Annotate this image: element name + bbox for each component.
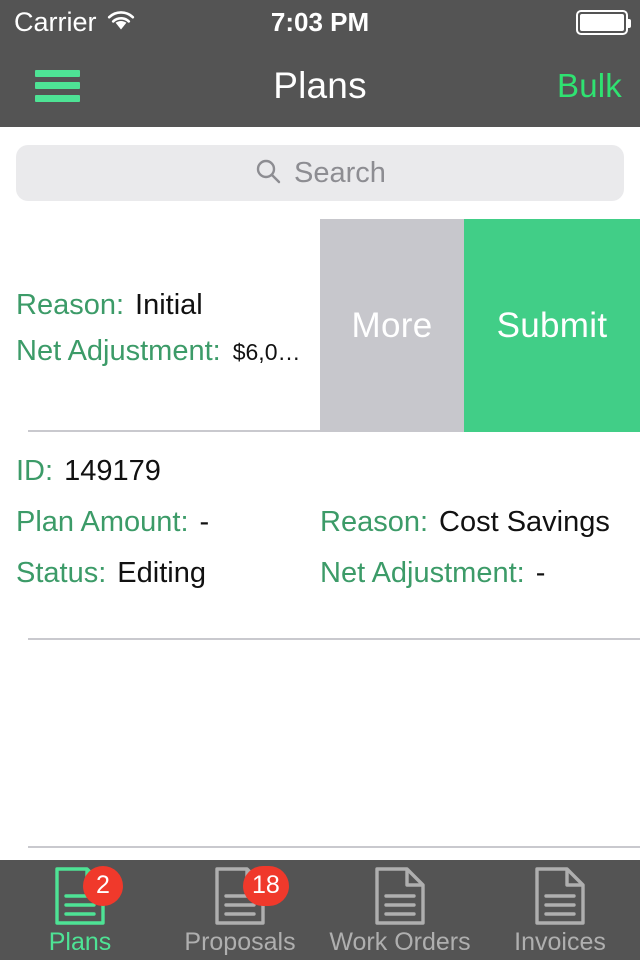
document-icon	[373, 865, 427, 932]
row-content: ID: 149179 Plan Amount: - Status: Editin…	[16, 457, 624, 588]
field-value: -	[535, 557, 546, 589]
clock-label: 7:03 PM	[270, 7, 370, 37]
field-reason: Reason: Cost Savings	[320, 508, 624, 537]
field-value: Editing	[117, 557, 206, 589]
row-column-left: Plan Amount: - Status: Editing	[16, 508, 320, 588]
bulk-button[interactable]: Bulk	[557, 67, 622, 105]
field-value: 149179	[64, 455, 161, 487]
field-net-adjustment: Net Adjustment: $6,0…	[16, 337, 320, 366]
field-value: $6,0…	[232, 339, 301, 365]
search-placeholder: Search	[294, 156, 386, 189]
document-icon	[533, 865, 587, 932]
field-id: ID: 149179	[16, 457, 624, 486]
search-icon	[254, 157, 282, 190]
field-label: Reason:	[320, 506, 429, 538]
table-row[interactable]: Reason: Initial Net Adjustment: $6,0… Mo…	[0, 219, 640, 432]
field-label: Plan Amount:	[16, 506, 189, 538]
badge-count: 2	[83, 865, 123, 906]
row-column-right: Reason: Cost Savings Net Adjustment: -	[320, 508, 624, 588]
field-status: Status: Editing	[16, 559, 320, 588]
field-label: Reason:	[16, 289, 125, 321]
tab-bar: 2 Plans 18 Proposals Work Orders Invoice…	[0, 860, 640, 960]
status-bar-center: 7:03 PM	[0, 0, 640, 44]
field-value: Cost Savings	[439, 506, 610, 538]
field-net-adjustment: Net Adjustment: -	[320, 559, 624, 588]
tab-label: Work Orders	[329, 927, 471, 956]
field-label: ID:	[16, 455, 54, 487]
badge-count: 18	[243, 865, 289, 906]
field-label: Net Adjustment:	[16, 335, 221, 367]
nav-bar: Plans Bulk	[0, 44, 640, 127]
table-row-empty	[0, 640, 640, 848]
more-button[interactable]: More	[320, 219, 464, 432]
status-bar: Carrier 7:03 PM	[0, 0, 640, 44]
tab-label: Plans	[48, 927, 112, 956]
tab-label: Invoices	[514, 927, 606, 956]
row-divider	[28, 846, 640, 848]
table-row[interactable]: ID: 149179 Plan Amount: - Status: Editin…	[0, 432, 640, 640]
search-input[interactable]: Search	[16, 145, 624, 201]
tab-plans[interactable]: 2 Plans	[0, 860, 160, 960]
submit-button[interactable]: Submit	[464, 219, 640, 432]
search-bar-container: Search	[0, 127, 640, 219]
row-columns: Plan Amount: - Status: Editing Reason: C…	[16, 508, 624, 588]
swipe-action-panel: More Submit	[320, 219, 640, 432]
field-value: Initial	[135, 289, 203, 321]
tab-invoices[interactable]: Invoices	[480, 860, 640, 960]
field-plan-amount: Plan Amount: -	[16, 508, 320, 537]
field-label: Net Adjustment:	[320, 557, 525, 589]
battery-full-icon	[576, 9, 631, 35]
field-value: -	[199, 506, 210, 538]
app-root: Carrier 7:03 PM Plans Bulk Search Reason…	[0, 0, 640, 960]
row-content[interactable]: Reason: Initial Net Adjustment: $6,0…	[0, 219, 320, 432]
plans-list: Reason: Initial Net Adjustment: $6,0… Mo…	[0, 219, 640, 860]
field-label: Status:	[16, 557, 107, 589]
tab-work-orders[interactable]: Work Orders	[320, 860, 480, 960]
tab-label: Proposals	[184, 927, 296, 956]
field-reason: Reason: Initial	[16, 291, 320, 320]
tab-proposals[interactable]: 18 Proposals	[160, 860, 320, 960]
page-title: Plans	[273, 64, 367, 106]
status-bar-right	[576, 0, 631, 44]
